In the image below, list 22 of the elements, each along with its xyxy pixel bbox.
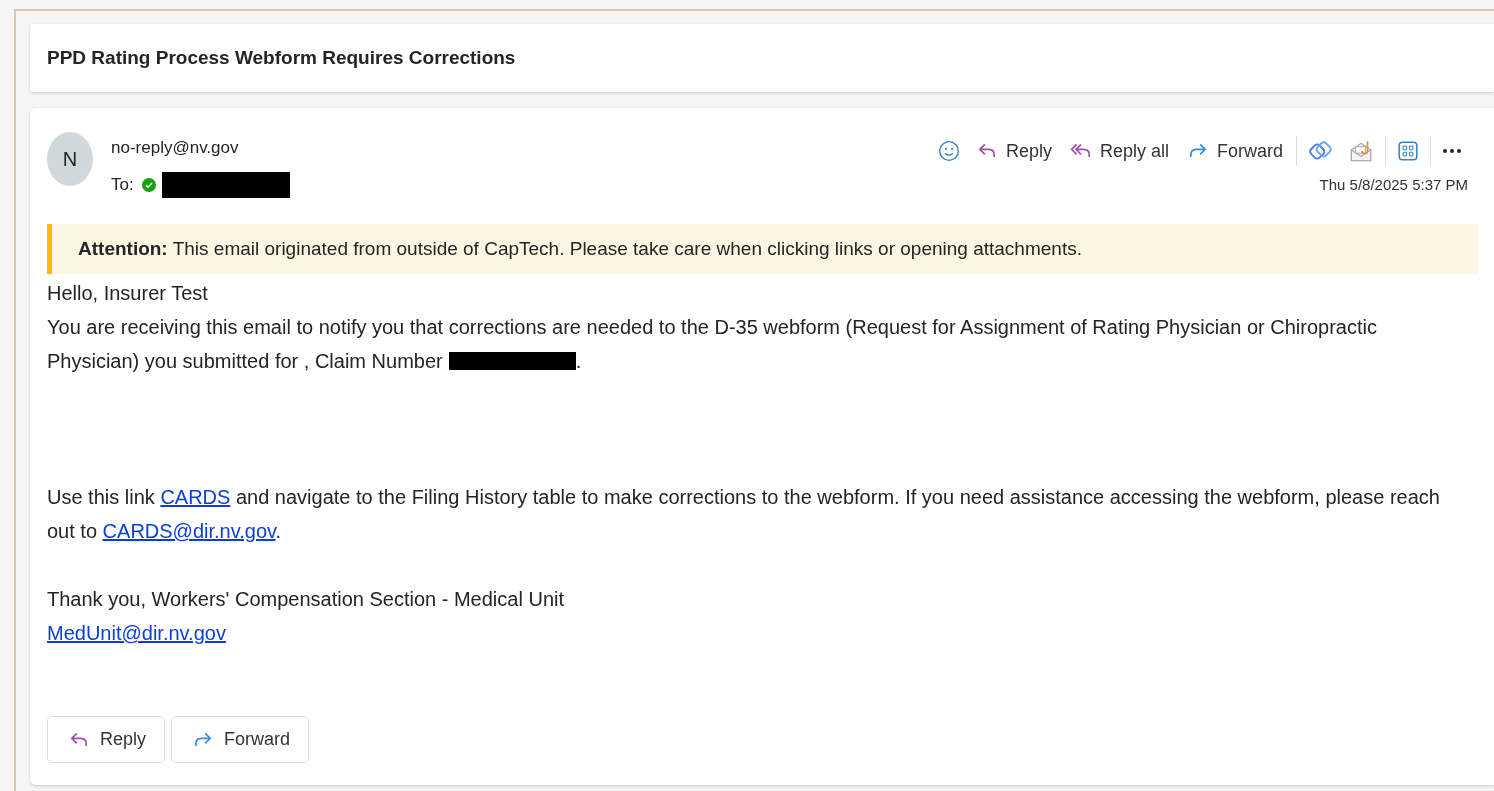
body-paragraph: You are receiving this email to notify you that corrections are needed to the D-35 webform (Request for Assignment of Rating Physician or Chiropractic Physician) you submitted for , Claim Number . xyxy=(47,315,1378,374)
sender-avatar: N xyxy=(47,132,93,186)
to-label: To: xyxy=(111,175,134,195)
smiley-icon xyxy=(937,140,960,162)
message-date: Thu 5/8/2025 5:37 PM xyxy=(1319,176,1468,193)
apps-icon xyxy=(1397,140,1419,162)
reply-all-button[interactable]: Reply all xyxy=(1061,134,1177,168)
email-link[interactable]: CARDS xyxy=(160,486,231,508)
more-icon xyxy=(1442,148,1462,154)
email-link[interactable]: MedUnit@dir.nv.gov xyxy=(47,622,226,644)
warning-text: Attention: This email originated from outside of CapTech. Please take care when clicking links or opening attachments. xyxy=(78,238,1082,259)
body-paragraph: Hello, Insurer Test xyxy=(47,281,209,306)
email-link[interactable]: CARDS@dir.nv.gov xyxy=(102,520,276,542)
forward-button[interactable]: Forward xyxy=(1179,134,1291,168)
reply-button[interactable]: Reply xyxy=(47,716,166,763)
body-paragraph: Use this link CARDS and navigate to the Filing History table to make corrections to the webform. If you need assistance accessing the webform, please reach out to CARDS@dir.nv.gov. xyxy=(47,485,1441,544)
body-paragraph: Thank you, Workers' Compensation Section - Medical Unit xyxy=(47,587,565,612)
sender-email[interactable]: no-reply@nv.gov xyxy=(111,138,290,158)
email-subject: PPD Rating Process Webform Requires Corrections xyxy=(47,47,516,69)
envelope-hook-icon xyxy=(1348,138,1374,164)
forward-button[interactable]: Forward xyxy=(171,716,310,763)
reply-button[interactable]: Reply xyxy=(967,134,1060,168)
